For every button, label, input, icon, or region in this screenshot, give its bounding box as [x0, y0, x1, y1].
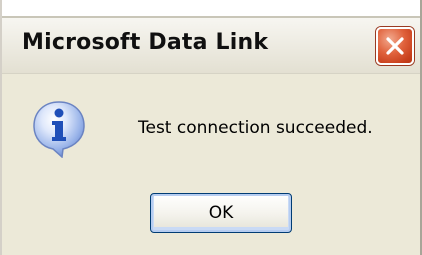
dialog-body: Test connection succeeded. OK [2, 74, 420, 255]
dialog-message: Test connection succeeded. [138, 118, 373, 138]
info-icon [33, 101, 85, 158]
window-top-edge [2, 0, 420, 16]
title-bar[interactable]: Microsoft Data Link [2, 16, 420, 74]
message-dialog: Microsoft Data Link Test connection succ… [0, 0, 422, 255]
close-icon [386, 37, 404, 55]
window-title: Microsoft Data Link [22, 30, 269, 55]
ok-button[interactable]: OK [150, 193, 292, 233]
close-button[interactable] [376, 27, 414, 65]
